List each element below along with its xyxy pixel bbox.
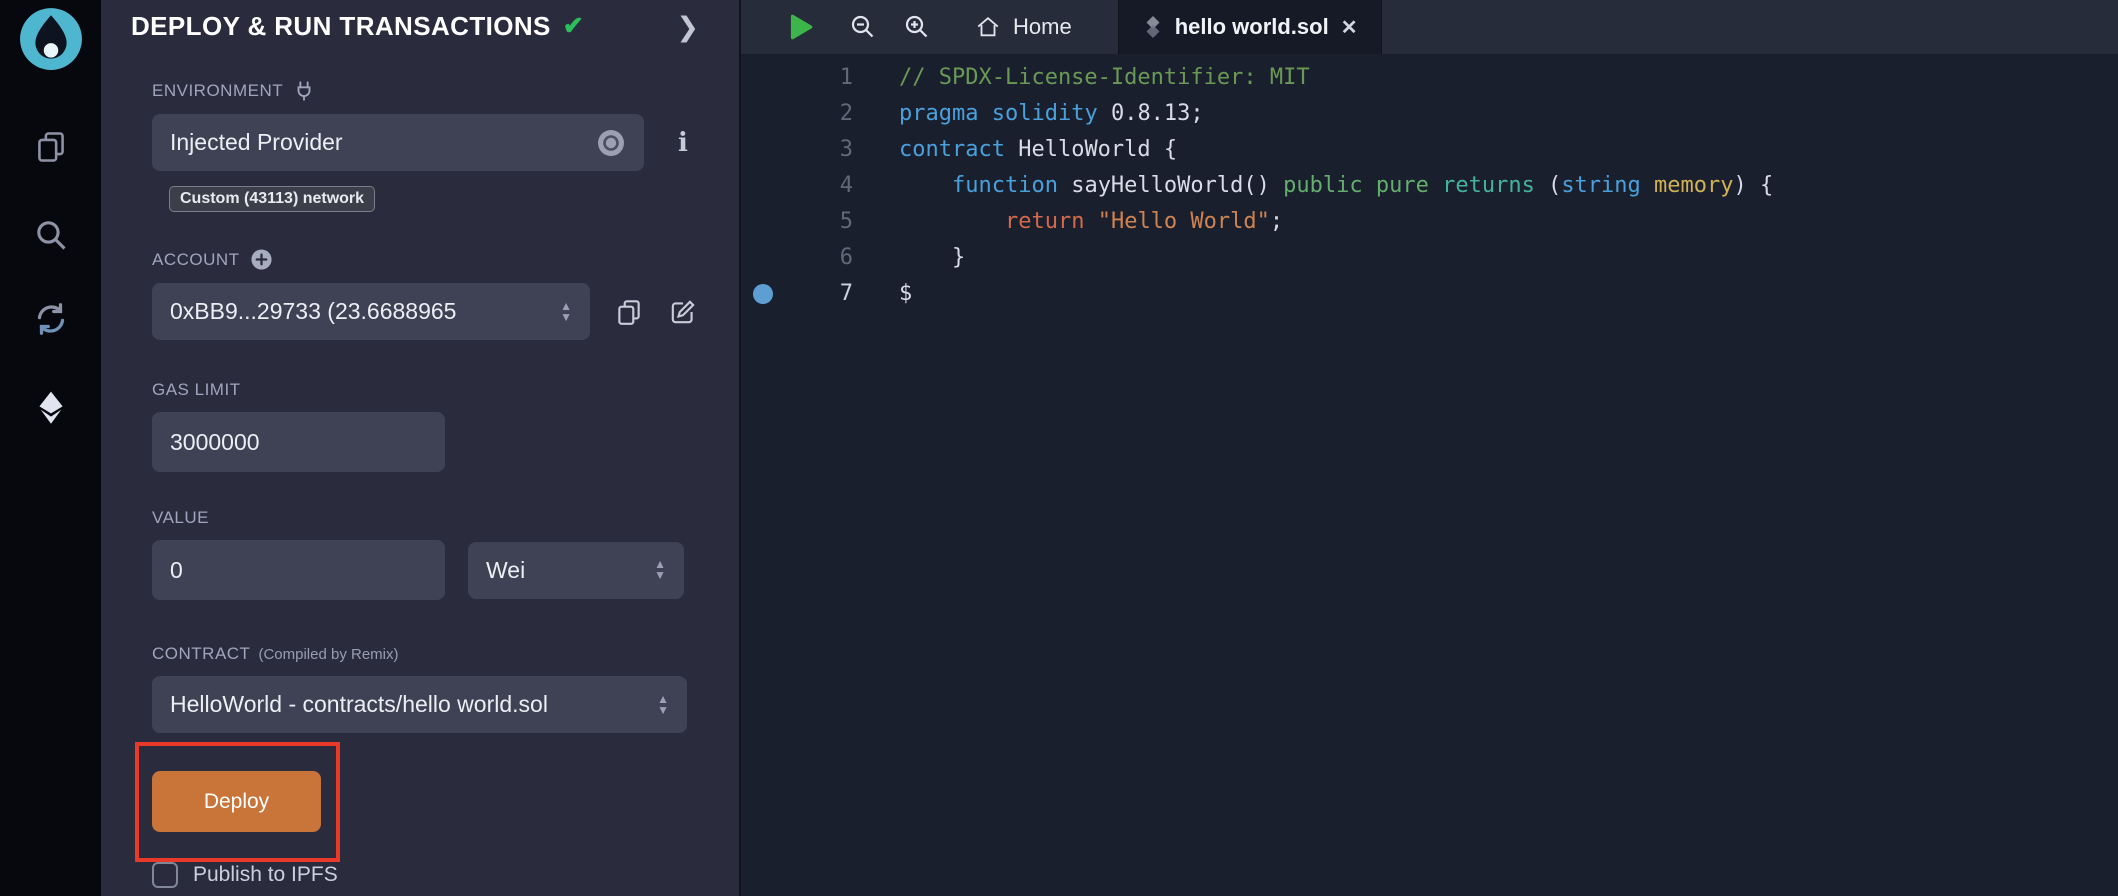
value-label: VALUE bbox=[152, 508, 739, 528]
add-account-icon[interactable] bbox=[250, 248, 273, 271]
contract-label-row: CONTRACT (Compiled by Remix) bbox=[152, 644, 739, 664]
account-label: ACCOUNT bbox=[152, 250, 240, 270]
deploy-button[interactable]: Deploy bbox=[152, 771, 321, 832]
code-text: function sayHelloWorld() public pure ret… bbox=[899, 168, 1773, 204]
publish-ipfs-label: Publish to IPFS bbox=[193, 863, 338, 887]
account-select[interactable]: 0xBB9...29733 (23.6688965 ▲▼ bbox=[152, 283, 590, 340]
value-unit-select[interactable]: Wei ▲▼ bbox=[468, 542, 684, 599]
zoom-in-icon[interactable] bbox=[903, 13, 931, 41]
contract-stepper-icon[interactable]: ▲▼ bbox=[657, 694, 669, 716]
panel-title: DEPLOY & RUN TRANSACTIONS bbox=[131, 11, 551, 42]
network-badge: Custom (43113) network bbox=[169, 186, 375, 212]
tab-home[interactable]: Home bbox=[951, 0, 1096, 54]
code-line[interactable]: 4 function sayHelloWorld() public pure r… bbox=[741, 168, 2118, 204]
code-lines: 1 // SPDX-License-Identifier: MIT 2 pragma … bbox=[741, 60, 2118, 312]
breakpoint-dot[interactable] bbox=[753, 284, 773, 304]
environment-value: Injected Provider bbox=[170, 129, 596, 156]
run-script-icon[interactable] bbox=[785, 12, 815, 42]
value-unit: Wei bbox=[486, 557, 646, 584]
account-value: 0xBB9...29733 (23.6688965 bbox=[170, 298, 552, 325]
collapse-chevron-icon[interactable]: ❯ bbox=[676, 12, 699, 43]
tab-file-label: hello world.sol bbox=[1175, 14, 1329, 40]
deploy-run-panel: DEPLOY & RUN TRANSACTIONS ✔ ❯ ENVIRONMEN… bbox=[101, 0, 739, 896]
code-text: contract HelloWorld { bbox=[899, 132, 1177, 168]
code-line[interactable]: 6 } bbox=[741, 240, 2118, 276]
plug-icon bbox=[293, 80, 315, 102]
code-line[interactable]: 3 contract HelloWorld { bbox=[741, 132, 2118, 168]
unit-stepper-icon[interactable]: ▲▼ bbox=[654, 559, 666, 581]
code-line[interactable]: 5 return "Hello World"; bbox=[741, 204, 2118, 240]
code-line[interactable]: 1 // SPDX-License-Identifier: MIT bbox=[741, 60, 2118, 96]
copy-address-icon[interactable] bbox=[614, 297, 644, 327]
value-input[interactable] bbox=[152, 540, 445, 600]
account-stepper-icon[interactable]: ▲▼ bbox=[560, 301, 572, 323]
line-number[interactable]: 2 bbox=[741, 96, 853, 132]
publish-ipfs-row: Publish to IPFS bbox=[152, 862, 739, 888]
panel-header: DEPLOY & RUN TRANSACTIONS ✔ ❯ bbox=[101, 0, 739, 52]
line-number[interactable]: 4 bbox=[741, 168, 853, 204]
code-text: } bbox=[899, 240, 965, 276]
info-icon[interactable]: i bbox=[678, 128, 688, 158]
code-text: pragma solidity 0.8.13; bbox=[899, 96, 1204, 132]
home-icon bbox=[975, 14, 1001, 40]
code-text: $ bbox=[899, 276, 912, 312]
close-tab-icon[interactable]: ✕ bbox=[1341, 15, 1358, 40]
tab-home-label: Home bbox=[1013, 14, 1072, 40]
code-line[interactable]: 7$ bbox=[741, 276, 2118, 312]
value-row: Wei ▲▼ bbox=[152, 540, 739, 600]
account-row: 0xBB9...29733 (23.6688965 ▲▼ bbox=[152, 283, 739, 340]
contract-value: HelloWorld - contracts/hello world.sol bbox=[170, 691, 649, 718]
remix-ide: DEPLOY & RUN TRANSACTIONS ✔ ❯ ENVIRONMEN… bbox=[0, 0, 2118, 896]
panel-body: ENVIRONMENT Injected Provider i Custom (… bbox=[101, 80, 739, 888]
code-line[interactable]: 2 pragma solidity 0.8.13; bbox=[741, 96, 2118, 132]
line-number[interactable]: 1 bbox=[741, 60, 853, 96]
gas-limit-label: GAS LIMIT bbox=[152, 380, 739, 400]
line-number[interactable]: 6 bbox=[741, 240, 853, 276]
code-text: return "Hello World"; bbox=[899, 204, 1283, 240]
deploy-run-icon[interactable] bbox=[32, 388, 70, 426]
gas-limit-input[interactable] bbox=[152, 412, 445, 472]
environment-select[interactable]: Injected Provider bbox=[152, 114, 644, 171]
publish-ipfs-checkbox[interactable] bbox=[152, 862, 178, 888]
solidity-file-icon bbox=[1143, 15, 1163, 39]
editor-toolbar: Home hello world.sol ✕ bbox=[741, 0, 2118, 54]
account-label-row: ACCOUNT bbox=[152, 248, 739, 271]
remix-logo[interactable] bbox=[18, 6, 84, 72]
line-number[interactable]: 3 bbox=[741, 132, 853, 168]
environment-label-row: ENVIRONMENT bbox=[152, 80, 739, 102]
provider-icon bbox=[596, 128, 626, 158]
line-number[interactable]: 5 bbox=[741, 204, 853, 240]
solidity-compiler-icon[interactable] bbox=[32, 300, 70, 338]
code-text: // SPDX-License-Identifier: MIT bbox=[899, 60, 1310, 96]
contract-label: CONTRACT bbox=[152, 644, 250, 664]
search-icon[interactable] bbox=[32, 216, 70, 254]
tab-hello-world-sol[interactable]: hello world.sol ✕ bbox=[1118, 0, 1383, 54]
contract-sublabel: (Compiled by Remix) bbox=[258, 646, 398, 663]
file-explorer-icon[interactable] bbox=[32, 128, 70, 166]
activity-bar bbox=[0, 0, 101, 896]
contract-select[interactable]: HelloWorld - contracts/hello world.sol ▲… bbox=[152, 676, 687, 733]
environment-label: ENVIRONMENT bbox=[152, 81, 283, 101]
environment-row: Injected Provider i bbox=[152, 114, 739, 171]
zoom-out-icon[interactable] bbox=[849, 13, 877, 41]
code-area[interactable]: 1 // SPDX-License-Identifier: MIT 2 pragma … bbox=[741, 54, 2118, 896]
editor: Home hello world.sol ✕ 1 // SPDX-License-… bbox=[739, 0, 2118, 896]
remix-logo-icon bbox=[18, 6, 84, 72]
success-check-icon: ✔ bbox=[563, 11, 584, 41]
edit-account-icon[interactable] bbox=[668, 297, 698, 327]
